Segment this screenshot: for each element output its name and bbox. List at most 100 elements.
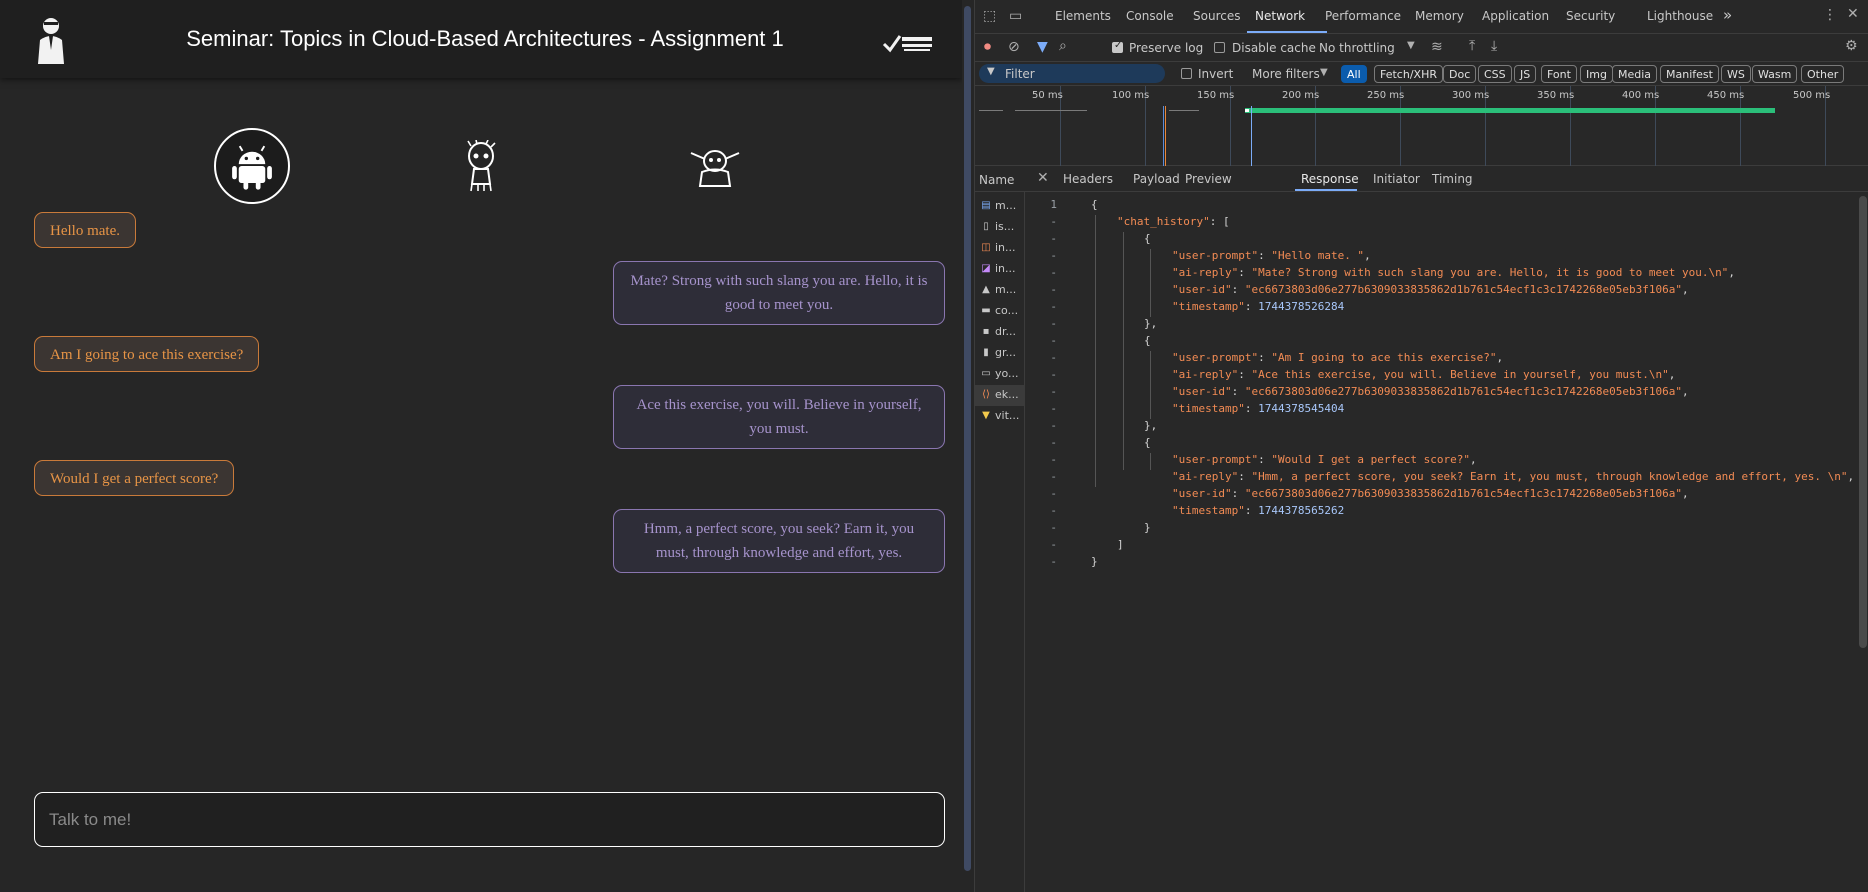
tab-initiator[interactable]: Initiator — [1373, 172, 1420, 186]
tab-elements[interactable]: Elements — [1055, 9, 1111, 23]
user-message: Hello mate. — [34, 212, 136, 248]
request-row[interactable]: ▤ m... — [975, 196, 1025, 217]
type-filter-doc[interactable]: Doc — [1443, 65, 1477, 83]
clear-icon[interactable]: ⊘ — [1008, 39, 1020, 55]
type-filter-wasm[interactable]: Wasm — [1752, 65, 1798, 83]
tab-preview[interactable]: Preview — [1185, 172, 1232, 186]
tab-memory[interactable]: Memory — [1415, 9, 1464, 23]
indent-guide — [1123, 232, 1124, 470]
device-toolbar-icon[interactable]: ▭ — [1009, 8, 1022, 24]
request-row[interactable]: ▪ dr... — [975, 322, 1025, 343]
tab-payload[interactable]: Payload — [1133, 172, 1180, 186]
type-filter-other[interactable]: Other — [1801, 65, 1845, 83]
name-column-header[interactable]: Name — [975, 166, 1025, 192]
kebab-menu-icon[interactable]: ⋮ — [1823, 7, 1837, 23]
timeline-load-marker — [1163, 106, 1164, 166]
ai-message: Ace this exercise, you will. Believe in … — [613, 385, 945, 449]
preserve-log-checkbox[interactable] — [1112, 40, 1123, 53]
image-icon: ▲ — [982, 284, 990, 295]
type-filter-css[interactable]: CSS — [1478, 65, 1512, 83]
groot-icon — [467, 139, 496, 192]
fetch-icon: ⟨⟩ — [982, 389, 990, 400]
request-row[interactable]: ▲ m... — [975, 280, 1025, 301]
timeline-cursor — [1251, 106, 1252, 166]
tab-timing[interactable]: Timing — [1432, 172, 1473, 186]
type-filter-media[interactable]: Media — [1612, 65, 1658, 83]
search-icon[interactable]: ⌕ — [1059, 38, 1067, 54]
page-scrollbar[interactable] — [962, 0, 974, 892]
android-avatar-button[interactable] — [214, 128, 290, 204]
close-detail-icon[interactable]: ✕ — [1037, 170, 1049, 186]
tab-sources[interactable]: Sources — [1193, 9, 1240, 23]
tab-lighthouse[interactable]: Lighthouse — [1647, 9, 1713, 23]
ai-message: Mate? Strong with such slang you are. He… — [613, 261, 945, 325]
timeline-request-bar — [1169, 110, 1199, 111]
request-row-selected[interactable]: ⟨⟩ ek... — [975, 385, 1025, 406]
more-tabs-icon[interactable]: » — [1723, 6, 1732, 24]
timeline-tick: 250 ms — [1367, 90, 1405, 101]
chevron-down-icon[interactable]: ▼ — [1320, 67, 1328, 78]
type-filter-ws[interactable]: WS — [1721, 65, 1751, 83]
tab-security[interactable]: Security — [1566, 9, 1615, 23]
filter-input[interactable]: ▼ Filter — [979, 64, 1165, 83]
type-filter-font[interactable]: Font — [1541, 65, 1577, 83]
document-icon: ▤ — [981, 200, 991, 211]
invert-checkbox[interactable] — [1181, 68, 1192, 79]
request-row[interactable]: ▭ yo... — [975, 364, 1025, 385]
disable-cache-label: Disable cache — [1232, 41, 1316, 55]
image-icon: ▪ — [982, 326, 990, 337]
inspect-element-icon[interactable]: ⬚ — [983, 8, 996, 24]
vite-icon: ▼ — [982, 410, 990, 421]
type-filter-fetch[interactable]: Fetch/XHR — [1374, 65, 1443, 83]
timeline-tick: 400 ms — [1622, 90, 1660, 101]
yoda-avatar-button[interactable] — [690, 145, 740, 187]
request-row[interactable]: ◪ in... — [975, 259, 1025, 280]
page-scrollbar-thumb[interactable] — [964, 6, 971, 871]
tab-performance[interactable]: Performance — [1325, 9, 1401, 23]
groot-avatar-button[interactable] — [462, 139, 500, 192]
close-icon[interactable]: ✕ — [1847, 6, 1859, 22]
tab-headers[interactable]: Headers — [1063, 172, 1113, 186]
request-list: Name ▤ m... ▯ is... ◫ in... ◪ in... ▲ m... ▬ c… — [975, 166, 1025, 892]
more-filters-button[interactable]: More filters — [1252, 67, 1320, 81]
filter-funnel-icon: ▼ — [987, 66, 995, 77]
gear-icon[interactable]: ⚙ — [1845, 38, 1858, 54]
network-overview-timeline[interactable]: 50 ms 100 ms 150 ms 200 ms 250 ms 300 ms… — [975, 86, 1868, 166]
user-message: Am I going to ace this exercise? — [34, 336, 260, 372]
timeline-request-bar — [1015, 110, 1087, 111]
timeline-tick: 150 ms — [1197, 90, 1235, 101]
detail-tabbar: ✕ Headers Payload Preview Response Initi… — [1025, 166, 1868, 192]
type-filter-manifest[interactable]: Manifest — [1660, 65, 1719, 83]
page-title: Seminar: Topics in Cloud-Based Architect… — [186, 26, 784, 51]
type-filter-js[interactable]: JS — [1514, 65, 1537, 83]
disable-cache-checkbox[interactable] — [1214, 42, 1225, 53]
tab-response[interactable]: Response — [1301, 172, 1359, 186]
chevron-down-icon[interactable]: ▼ — [1407, 40, 1415, 51]
type-filter-all[interactable]: All — [1341, 65, 1367, 83]
request-row[interactable]: ◫ in... — [975, 238, 1025, 259]
response-code-viewer[interactable]: 1{ - "chat_history": [ -{ - "user-prompt":… — [1025, 198, 1859, 888]
throttling-select[interactable]: No throttling — [1319, 41, 1395, 55]
response-scrollbar[interactable] — [1859, 196, 1867, 648]
upload-icon[interactable]: ⤒ — [1469, 38, 1475, 54]
type-filter-img[interactable]: Img — [1580, 65, 1613, 83]
download-icon[interactable]: ⤓ — [1491, 38, 1497, 54]
request-row[interactable]: ▼ vit... — [975, 406, 1025, 427]
chat-input[interactable] — [34, 792, 945, 847]
request-row[interactable]: ▯ is... — [975, 217, 1025, 238]
record-icon[interactable]: ⏺ — [984, 39, 991, 55]
timeline-tick: 100 ms — [1112, 90, 1150, 101]
filter-funnel-icon[interactable]: ▼ — [1037, 39, 1048, 55]
image-icon: ▮ — [983, 347, 989, 358]
university-logo-icon — [882, 35, 932, 53]
tab-network[interactable]: Network — [1255, 9, 1305, 23]
timeline-tick: 300 ms — [1452, 90, 1490, 101]
image-icon: ▬ — [981, 305, 991, 316]
request-row[interactable]: ▮ gr... — [975, 343, 1025, 364]
tab-application[interactable]: Application — [1482, 9, 1549, 23]
image-icon: ▭ — [981, 368, 991, 379]
request-row[interactable]: ▬ co... — [975, 301, 1025, 322]
tab-console[interactable]: Console — [1126, 9, 1174, 23]
network-conditions-icon[interactable]: ≋ — [1431, 39, 1443, 55]
devtools-tabbar: ⬚ ▭ Elements Console Sources Network Per… — [975, 0, 1868, 34]
